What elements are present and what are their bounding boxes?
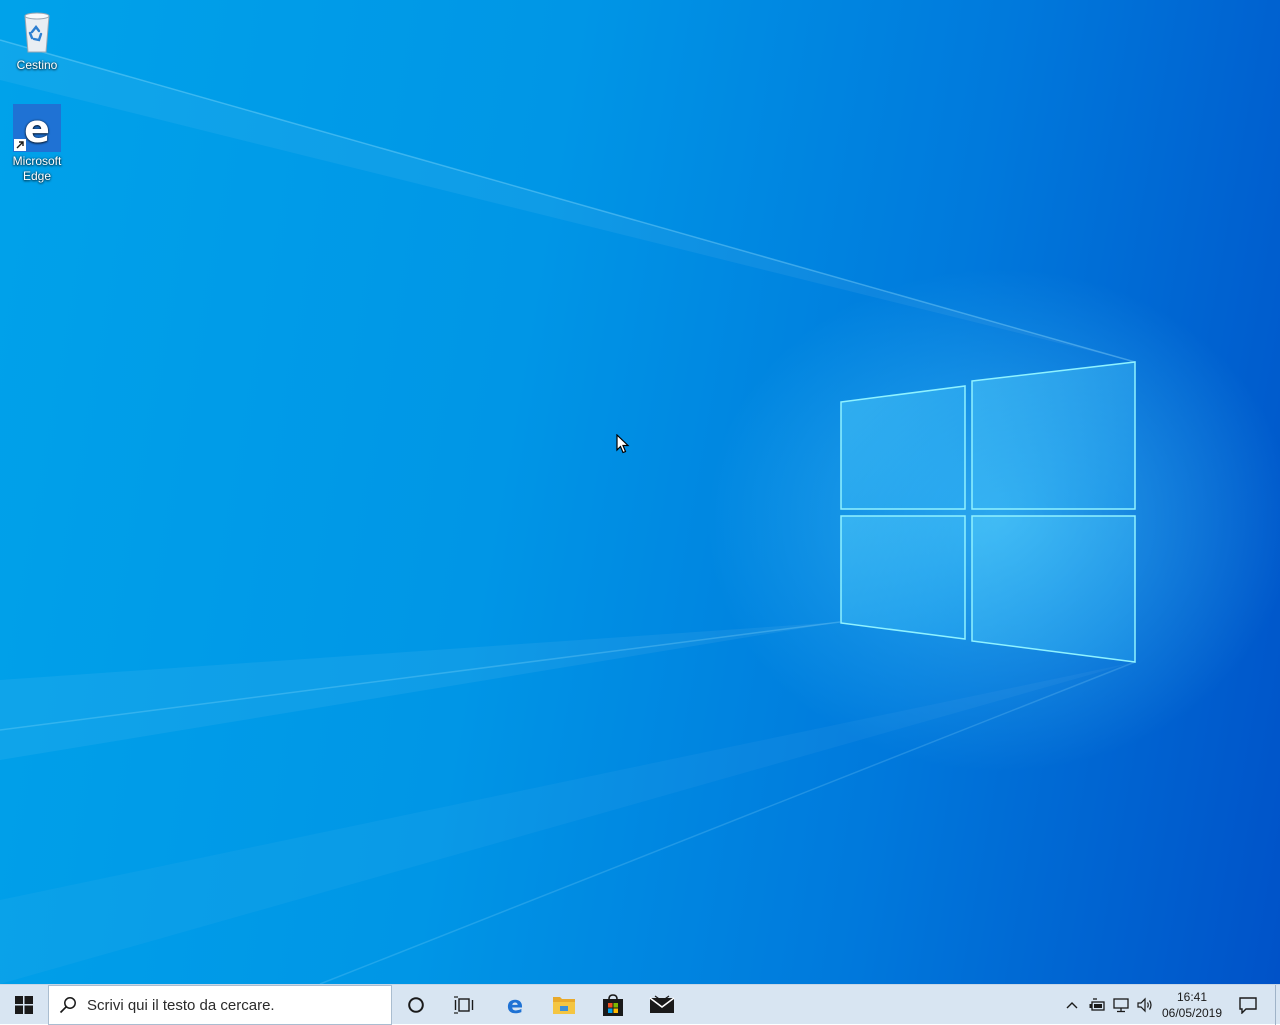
clock-time: 16:41 (1176, 990, 1208, 1004)
taskbar: e (0, 984, 1280, 1025)
desktop-icon-microsoft-edge[interactable]: e Microsoft Edge (4, 104, 70, 184)
tray-volume[interactable] (1133, 985, 1157, 1025)
task-view-button[interactable] (440, 985, 488, 1025)
search-box[interactable] (48, 985, 392, 1025)
taskbar-pin-store[interactable] (589, 985, 637, 1025)
desktop-icon-recycle-bin[interactable]: Cestino (4, 8, 70, 73)
recycle-bin-icon (13, 8, 61, 56)
search-icon (49, 996, 87, 1014)
taskbar-pin-edge[interactable]: e (491, 985, 539, 1025)
mouse-pointer-icon (616, 433, 630, 459)
folder-icon (553, 997, 575, 1014)
task-view-icon (454, 996, 474, 1014)
cortana-button[interactable] (392, 985, 440, 1025)
svg-text:e: e (24, 107, 50, 151)
mail-icon (649, 995, 675, 1013)
desktop-icon-label: Microsoft Edge (12, 154, 62, 183)
desktop-icon-label: Cestino (16, 58, 58, 72)
tray-network[interactable] (1109, 985, 1133, 1025)
windows-logo-icon (15, 996, 33, 1014)
cortana-circle-icon (408, 997, 424, 1013)
chevron-up-icon (1066, 1002, 1078, 1009)
battery-icon (1089, 998, 1105, 1011)
clock-date: 06/05/2019 (1161, 1006, 1223, 1020)
start-button[interactable] (0, 985, 48, 1025)
wallpaper-windows-logo (0, 39, 1136, 984)
show-desktop-button[interactable] (1275, 985, 1280, 1025)
desktop[interactable]: Cestino e Microsoft Edge (0, 0, 1280, 984)
edge-icon: e (13, 104, 61, 152)
action-center-button[interactable] (1228, 985, 1268, 1025)
search-input[interactable] (87, 996, 377, 1014)
volume-icon (1137, 997, 1152, 1013)
edge-icon: e (507, 993, 523, 1017)
taskbar-pin-mail[interactable] (638, 985, 686, 1025)
taskbar-clock[interactable]: 16:41 06/05/2019 (1158, 985, 1226, 1025)
store-bag-icon (603, 994, 623, 1016)
network-icon (1113, 998, 1129, 1013)
show-hidden-icons-button[interactable] (1060, 985, 1084, 1025)
action-center-icon (1239, 997, 1257, 1014)
tray-battery[interactable] (1085, 985, 1109, 1025)
taskbar-pin-file-explorer[interactable] (540, 985, 588, 1025)
svg-text:e: e (507, 993, 523, 1017)
